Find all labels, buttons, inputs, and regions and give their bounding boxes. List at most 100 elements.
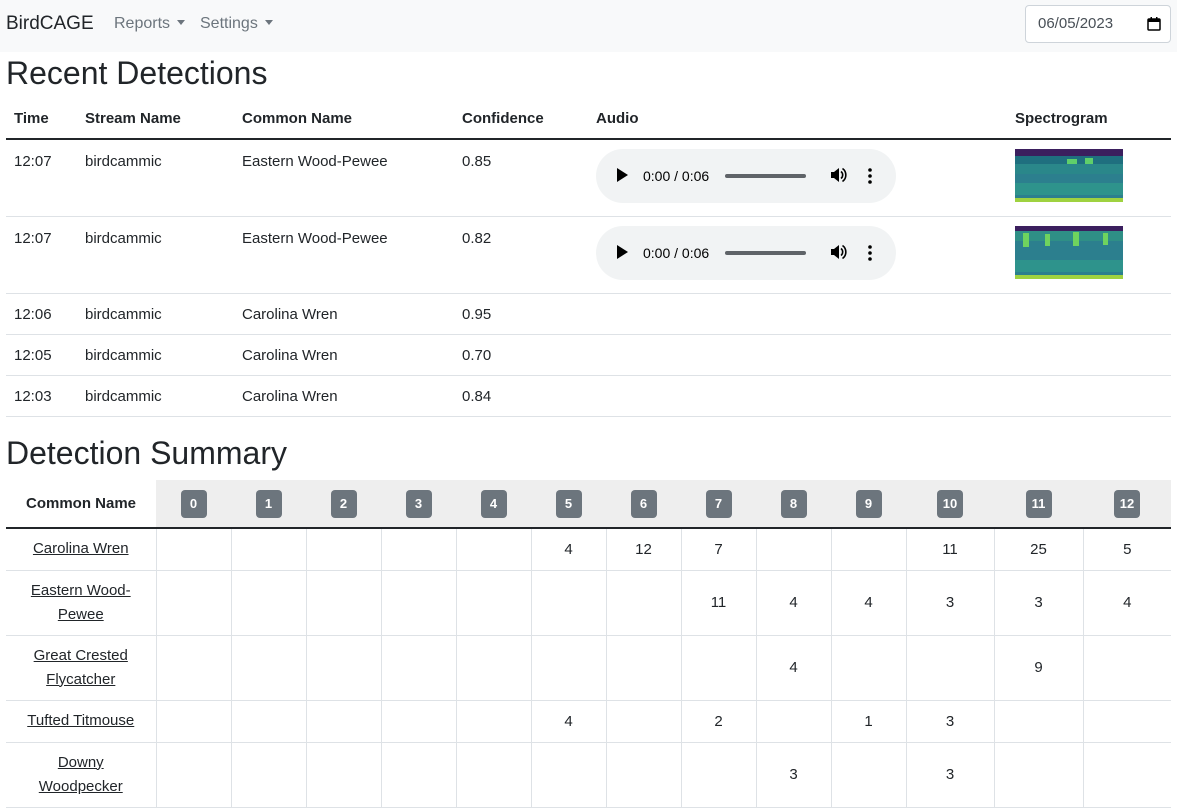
hour-badge[interactable]: 7 <box>705 489 732 518</box>
count-cell <box>993 742 1083 808</box>
audio-seek-bar[interactable] <box>725 250 806 255</box>
species-link[interactable]: Carolina Wren <box>33 540 129 557</box>
count-cell: 4 <box>1082 570 1171 636</box>
count-cell <box>993 700 1083 743</box>
audio-time: 0:00 / 0:06 <box>643 168 710 184</box>
time-cell: 12:03 <box>6 375 77 417</box>
count-cell <box>305 570 381 636</box>
brand-link[interactable]: BirdCAGE <box>6 13 94 35</box>
calendar-icon[interactable] <box>1147 17 1161 31</box>
audio-cell: 0:00 / 0:06 <box>588 216 1007 294</box>
date-picker-input[interactable]: 06/05/2023 <box>1025 5 1171 43</box>
audio-cell: 0:00 / 0:06 <box>588 139 1007 217</box>
hour-badge[interactable]: 12 <box>1113 489 1141 518</box>
species-link[interactable]: Tufted Titmouse <box>27 712 134 729</box>
hour-header: 9 <box>831 480 906 529</box>
more-options-icon[interactable] <box>868 244 872 261</box>
count-cell <box>305 742 381 808</box>
caret-down-icon <box>264 20 273 25</box>
count-cell: 3 <box>905 570 994 636</box>
summary-row: Great Crested Flycatcher 4 9 <box>6 635 1171 701</box>
count-cell <box>1082 742 1171 808</box>
stream-cell: birdcammic <box>77 139 234 217</box>
audio-player[interactable]: 0:00 / 0:06 <box>596 149 896 203</box>
count-cell: 25 <box>993 528 1083 571</box>
column-header: Time <box>6 98 77 140</box>
species-link[interactable]: Great Crested Flycatcher <box>34 647 128 688</box>
stream-cell: birdcammic <box>77 375 234 417</box>
count-cell <box>380 635 456 701</box>
hour-badge[interactable]: 4 <box>480 489 507 518</box>
spectrogram-image[interactable] <box>1015 225 1123 279</box>
table-row: 12:07 birdcammic Eastern Wood-Pewee 0.82… <box>6 216 1171 294</box>
spectrogram-cell <box>1007 375 1171 417</box>
count-cell <box>680 635 756 701</box>
date-value: 06/05/2023 <box>1038 15 1114 32</box>
count-cell <box>455 570 531 636</box>
hour-badge[interactable]: 2 <box>330 489 357 518</box>
confidence-cell: 0.82 <box>454 216 588 294</box>
table-row: 12:03 birdcammic Carolina Wren 0.84 <box>6 375 1171 417</box>
count-cell: 4 <box>830 570 906 636</box>
play-icon[interactable] <box>617 244 628 259</box>
count-cell: 7 <box>680 528 756 571</box>
count-cell: 11 <box>680 570 756 636</box>
species-cell: Tufted Titmouse <box>6 700 156 743</box>
time-cell: 12:06 <box>6 293 77 335</box>
spectrogram-cell <box>1007 139 1171 217</box>
hour-badge[interactable]: 3 <box>405 489 432 518</box>
common-name-cell: Eastern Wood-Pewee <box>234 216 454 294</box>
confidence-cell: 0.85 <box>454 139 588 217</box>
confidence-cell: 0.84 <box>454 375 588 417</box>
summary-row: Eastern Wood-Pewee 11 4 4 3 3 4 <box>6 570 1171 636</box>
common-name-cell: Carolina Wren <box>234 334 454 376</box>
hour-badge[interactable]: 11 <box>1025 489 1052 518</box>
time-cell: 12:05 <box>6 334 77 376</box>
count-cell <box>455 742 531 808</box>
count-cell <box>605 742 681 808</box>
spectrogram-cell <box>1007 216 1171 294</box>
settings-dropdown[interactable]: Settings <box>200 15 273 33</box>
count-cell <box>530 570 606 636</box>
audio-player[interactable]: 0:00 / 0:06 <box>596 225 896 280</box>
reports-dropdown[interactable]: Reports <box>114 15 186 33</box>
play-icon[interactable] <box>617 168 628 182</box>
count-cell: 1 <box>830 700 906 743</box>
count-cell <box>830 742 906 808</box>
count-cell <box>530 742 606 808</box>
count-cell <box>155 635 231 701</box>
hour-badge[interactable]: 5 <box>555 489 582 518</box>
spectrogram-image[interactable] <box>1015 149 1123 202</box>
hour-badge[interactable]: 9 <box>855 489 882 518</box>
audio-seek-bar[interactable] <box>725 174 806 178</box>
count-cell: 4 <box>755 570 831 636</box>
spectrogram-cell <box>1007 293 1171 335</box>
species-link[interactable]: Downy Woodpecker <box>39 754 123 795</box>
count-cell: 3 <box>993 570 1083 636</box>
hour-badge[interactable]: 0 <box>180 489 207 518</box>
navbar: BirdCAGE Reports Settings 06/05/2023 <box>0 0 1177 52</box>
species-link[interactable]: Eastern Wood-Pewee <box>31 582 131 623</box>
count-cell: 3 <box>755 742 831 808</box>
hour-badge[interactable]: 6 <box>630 489 657 518</box>
hour-header: 10 <box>906 480 994 529</box>
volume-icon[interactable] <box>829 166 847 184</box>
stream-cell: birdcammic <box>77 216 234 294</box>
confidence-cell: 0.95 <box>454 293 588 335</box>
hour-header: 12 <box>1083 480 1171 529</box>
count-cell: 4 <box>530 528 606 571</box>
audio-cell <box>588 334 1007 376</box>
more-options-icon[interactable] <box>868 168 872 184</box>
hour-badge[interactable]: 8 <box>780 489 807 518</box>
hour-badge[interactable]: 10 <box>936 489 964 518</box>
count-cell: 4 <box>755 635 831 701</box>
stream-cell: birdcammic <box>77 334 234 376</box>
species-cell: Eastern Wood-Pewee <box>6 570 156 636</box>
recent-detections-table: Time Stream Name Common Name Confidence … <box>6 98 1171 417</box>
hour-badge[interactable]: 1 <box>255 489 282 518</box>
time-cell: 12:07 <box>6 139 77 217</box>
common-name-cell: Eastern Wood-Pewee <box>234 139 454 217</box>
common-name-cell: Carolina Wren <box>234 375 454 417</box>
volume-icon[interactable] <box>829 243 847 261</box>
audio-cell <box>588 293 1007 335</box>
